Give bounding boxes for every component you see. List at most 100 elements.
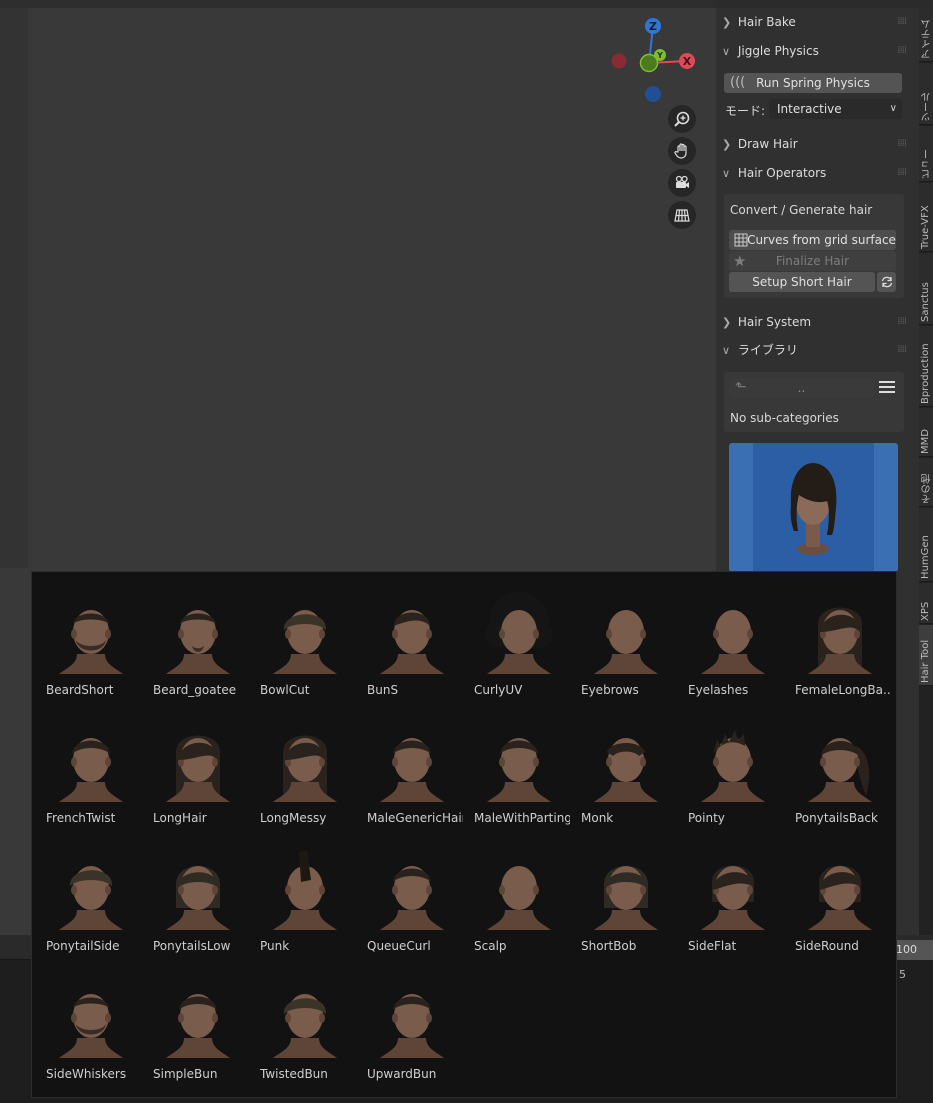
hair-library-item[interactable]: PonytailSide	[37, 836, 144, 964]
finalize-hair-button[interactable]: ★ Finalize Hair	[729, 251, 896, 271]
hair-library-item[interactable]: LongMessy	[251, 708, 358, 836]
panel-title: Draw Hair	[737, 137, 798, 151]
hair-thumbnail	[471, 584, 567, 680]
hair-library-item[interactable]: UpwardBun	[358, 964, 465, 1092]
tab-4[interactable]: Sanctus	[919, 253, 933, 325]
drag-handle-icon[interactable]: ⁞⁞⁞⁞	[897, 162, 907, 184]
tab-1[interactable]: ツール	[919, 63, 933, 125]
hair-library-item[interactable]: MaleWithParting	[465, 708, 572, 836]
hair-library-item[interactable]: TwistedBun	[251, 964, 358, 1092]
hair-library-item[interactable]: BeardShort	[37, 580, 144, 708]
hair-library-item[interactable]: SimpleBun	[144, 964, 251, 1092]
panel-draw-hair[interactable]: ❯ Draw Hair ⁞⁞⁞⁞	[722, 133, 908, 155]
grid-icon[interactable]	[668, 201, 696, 229]
hair-library-item[interactable]: SideFlat	[679, 836, 786, 964]
hair-library-item[interactable]: Monk	[572, 708, 679, 836]
hair-library-item[interactable]: Punk	[251, 836, 358, 964]
drag-handle-icon[interactable]: ⁞⁞⁞⁞	[897, 11, 907, 33]
hair-item-name: MaleGenericHair	[367, 811, 463, 825]
run-spring-physics-button[interactable]: ((( Run Spring Physics	[724, 73, 902, 93]
chevron-down-icon: ∨	[722, 167, 731, 180]
panel-library[interactable]: ∨ ライブラリ ⁞⁞⁞⁞	[722, 339, 908, 361]
hair-library-item[interactable]: QueueCurl	[358, 836, 465, 964]
hair-library-item[interactable]: SideWhiskers	[37, 964, 144, 1092]
end-frame-field[interactable]: 100	[892, 940, 933, 960]
tab-5[interactable]: Bproduction	[919, 326, 933, 407]
hair-library-item[interactable]: Scalp	[465, 836, 572, 964]
hair-library-item[interactable]: BowlCut	[251, 580, 358, 708]
hair-library-item[interactable]: PonytailsBack	[786, 708, 893, 836]
hair-item-name: SideRound	[795, 939, 859, 953]
hair-thumbnail-image	[166, 994, 230, 1058]
hair-preview-image	[790, 463, 837, 555]
neg-x-axis-handle[interactable]	[611, 53, 627, 69]
hair-thumbnail-image	[166, 735, 230, 802]
drag-handle-icon[interactable]: ⁞⁞⁞⁞	[897, 133, 907, 155]
selected-hair-preview[interactable]	[729, 443, 898, 572]
grid-surface-icon	[734, 233, 748, 247]
mode-select[interactable]: Interactive ∨	[769, 99, 902, 119]
drag-handle-icon[interactable]: ⁞⁞⁞⁞	[897, 40, 907, 62]
neg-z-axis-handle[interactable]	[645, 86, 661, 102]
hair-library-item[interactable]: SideRound	[786, 836, 893, 964]
hair-thumbnail	[43, 968, 139, 1064]
hair-library-item[interactable]: LongHair	[144, 708, 251, 836]
tab-7[interactable]: その他	[919, 458, 933, 507]
hair-thumbnail	[150, 840, 246, 936]
setup-short-hair-button[interactable]: Setup Short Hair	[729, 272, 875, 292]
mode-label: モード:	[725, 104, 766, 118]
hair-library-item[interactable]: FemaleLongBa...	[786, 580, 893, 708]
hair-thumbnail	[792, 840, 888, 936]
hair-library-item[interactable]: PonytailsLow	[144, 836, 251, 964]
hand-icon[interactable]	[668, 137, 696, 165]
tab-label: アイテム	[922, 19, 933, 59]
tab-label: ビュー	[922, 149, 933, 179]
hair-library-item[interactable]: Beard_goatee	[144, 580, 251, 708]
hair-library-item[interactable]: ShortBob	[572, 836, 679, 964]
hair-library-item[interactable]: Pointy	[679, 708, 786, 836]
neg-y-axis-handle[interactable]	[639, 53, 659, 73]
tab-0[interactable]: アイテム	[919, 8, 933, 62]
hair-item-name: PonytailsLow	[153, 939, 231, 953]
hair-item-name: Scalp	[474, 939, 507, 953]
hair-library-item[interactable]: FrenchTwist	[37, 708, 144, 836]
hair-item-name: TwistedBun	[260, 1067, 328, 1081]
panel-hair-operators[interactable]: ∨ Hair Operators ⁞⁞⁞⁞	[722, 162, 908, 184]
panel-jiggle-physics[interactable]: ∨ Jiggle Physics ⁞⁞⁞⁞	[722, 40, 908, 62]
hair-thumbnail-image	[808, 607, 872, 674]
hair-library-item[interactable]: Eyebrows	[572, 580, 679, 708]
hair-thumbnail-image	[166, 866, 230, 930]
z-label: Z	[649, 20, 657, 33]
hair-library-item[interactable]: MaleGenericHair	[358, 708, 465, 836]
zoom-icon[interactable]	[668, 105, 696, 133]
drag-handle-icon[interactable]: ⁞⁞⁞⁞	[897, 311, 907, 333]
navigation-gizmo[interactable]: Z X Y	[606, 15, 702, 107]
x-label: X	[683, 55, 692, 68]
hair-library-item[interactable]: BunS	[358, 580, 465, 708]
hair-library-popup: BeardShort Beard_goatee BowlCut BunS Cur…	[31, 571, 897, 1098]
hair-thumbnail-image	[59, 994, 123, 1058]
tab-2[interactable]: ビュー	[919, 126, 933, 182]
menu-icon[interactable]	[879, 380, 895, 394]
tab-3[interactable]: True-VFX	[919, 183, 933, 252]
tab-8[interactable]: HumGen	[919, 508, 933, 582]
hair-thumbnail-image	[380, 994, 444, 1058]
tab-6[interactable]: MMD	[919, 408, 933, 457]
chevron-right-icon: ❯	[722, 316, 732, 329]
refresh-icon[interactable]	[877, 272, 896, 292]
parent-folder-button[interactable]: ⬑ ..	[729, 378, 874, 398]
drag-handle-icon[interactable]: ⁞⁞⁞⁞	[897, 339, 907, 361]
hair-thumbnail-image	[380, 738, 444, 802]
tab-10[interactable]: Hair Tool	[919, 625, 933, 686]
curves-from-grid-button[interactable]: Curves from grid surface	[729, 230, 896, 250]
tab-9[interactable]: XPS	[919, 583, 933, 624]
hair-item-name: SideWhiskers	[46, 1067, 127, 1081]
camera-icon[interactable]	[668, 169, 696, 197]
hair-library-item[interactable]: Eyelashes	[679, 580, 786, 708]
hair-thumbnail-image	[808, 865, 872, 930]
hair-library-item[interactable]: CurlyUV	[465, 580, 572, 708]
panel-hair-system[interactable]: ❯ Hair System ⁞⁞⁞⁞	[722, 311, 908, 333]
panel-hair-bake[interactable]: ❯ Hair Bake ⁞⁞⁞⁞	[722, 11, 908, 33]
hair-thumbnail-image	[487, 738, 551, 802]
hair-item-name: FemaleLongBa...	[795, 683, 891, 697]
